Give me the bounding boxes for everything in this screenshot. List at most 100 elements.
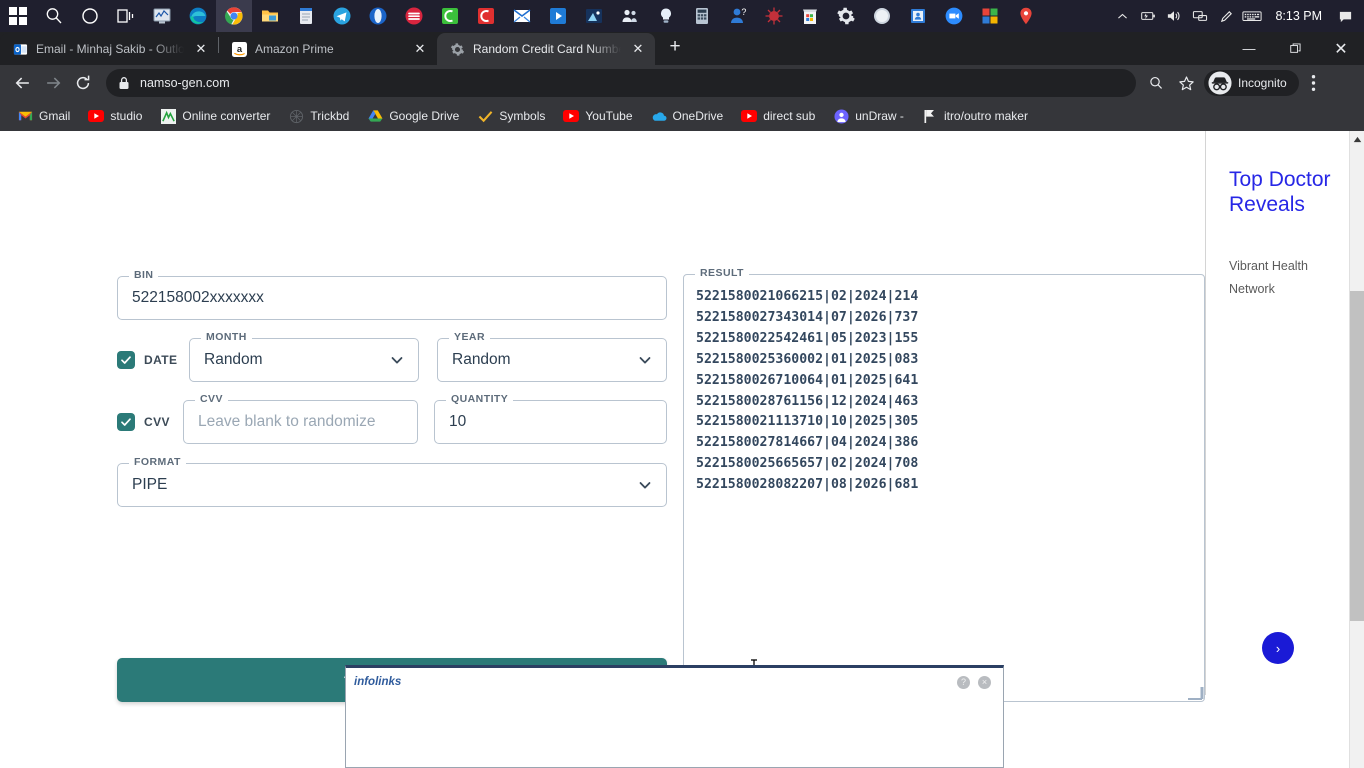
- new-tab-button[interactable]: +: [661, 34, 689, 62]
- taskbar-app-file-explorer[interactable]: [252, 0, 288, 32]
- date-checkbox-wrapper[interactable]: DATE: [117, 351, 189, 369]
- bottom-infolinks-ad[interactable]: infolinks ? ×: [345, 665, 1004, 768]
- taskbar-app-photos[interactable]: [576, 0, 612, 32]
- back-button[interactable]: [8, 68, 38, 98]
- taskbar-app-opera[interactable]: [360, 0, 396, 32]
- taskbar-app-office[interactable]: [972, 0, 1008, 32]
- month-select[interactable]: MONTH Random: [189, 331, 419, 382]
- forward-button[interactable]: [38, 68, 68, 98]
- taskbar-app-vpn[interactable]: [396, 0, 432, 32]
- bookmark-online-converter[interactable]: Online converter: [153, 105, 277, 127]
- date-row: DATE MONTH Random YEAR Random: [117, 331, 667, 382]
- battery-status[interactable]: [1135, 0, 1161, 32]
- address-bar[interactable]: namso-gen.com: [106, 69, 1136, 97]
- taskbar-app-recorder[interactable]: [468, 0, 504, 32]
- check-icon: [121, 418, 131, 426]
- circle-icon: [82, 8, 98, 24]
- cvv-input[interactable]: CVV Leave blank to randomize: [183, 393, 418, 444]
- maximize-button[interactable]: [1272, 32, 1318, 65]
- bookmark-undraw[interactable]: unDraw -: [826, 105, 911, 127]
- bottom-ad-help-button[interactable]: ?: [957, 676, 970, 689]
- close-window-button[interactable]: ✕: [1318, 32, 1364, 65]
- taskbar-app-idea[interactable]: [648, 0, 684, 32]
- quantity-input[interactable]: QUANTITY 10: [433, 393, 667, 444]
- bookmark-itro-outro-maker[interactable]: itro/outro maker: [915, 105, 1035, 127]
- browser-tab-1[interactable]: a Amazon Prime ✕: [219, 33, 437, 65]
- task-view-button[interactable]: [108, 0, 144, 32]
- incognito-icon: [1208, 71, 1232, 95]
- tab-close-button[interactable]: ✕: [192, 40, 210, 58]
- bottom-ad-close-button[interactable]: ×: [978, 676, 991, 689]
- calculator-icon: [696, 8, 708, 24]
- reload-button[interactable]: [68, 68, 98, 98]
- bookmark-symbols[interactable]: Symbols: [470, 105, 552, 127]
- bookmark-direct-sub[interactable]: direct sub: [734, 105, 822, 127]
- result-textarea[interactable]: RESULT 5221580021066215|02|2024|214 5221…: [683, 267, 1205, 702]
- gear-icon: [837, 7, 855, 25]
- network-button[interactable]: [1187, 0, 1213, 32]
- taskbar-app-mail[interactable]: [504, 0, 540, 32]
- infolinks-brand[interactable]: infolinks: [354, 676, 401, 688]
- taskbar-app-clock[interactable]: [864, 0, 900, 32]
- pen-button[interactable]: [1213, 0, 1239, 32]
- taskbar-app-teams[interactable]: [612, 0, 648, 32]
- show-hidden-icons-button[interactable]: [1109, 0, 1135, 32]
- bin-field[interactable]: BIN 522158002xxxxxxx: [117, 269, 667, 320]
- cvv-checkbox-wrapper[interactable]: CVV: [117, 413, 183, 431]
- date-checkbox[interactable]: [117, 351, 135, 369]
- taskbar-app-help[interactable]: ?: [720, 0, 756, 32]
- minimize-button[interactable]: —: [1226, 32, 1272, 65]
- task-view-icon: [117, 9, 134, 23]
- check-icon: [477, 108, 493, 124]
- bookmark-gmail[interactable]: Gmail: [10, 105, 77, 127]
- svg-text:?: ?: [741, 7, 746, 17]
- volume-button[interactable]: [1161, 0, 1187, 32]
- taskbar-app-zoom[interactable]: [936, 0, 972, 32]
- taskbar-app-notepad[interactable]: [288, 0, 324, 32]
- taskbar-app-maps[interactable]: [1008, 0, 1044, 32]
- tab-close-button[interactable]: ✕: [629, 40, 647, 58]
- restore-icon: [1289, 43, 1301, 53]
- taskbar-app-settings[interactable]: [828, 0, 864, 32]
- taskbar-app-contacts[interactable]: [900, 0, 936, 32]
- taskbar-clock[interactable]: 8:13 PM: [1265, 9, 1332, 23]
- taskbar-app-task-manager[interactable]: [144, 0, 180, 32]
- start-button[interactable]: [0, 0, 36, 32]
- keyboard-button[interactable]: [1239, 0, 1265, 32]
- incognito-indicator[interactable]: Incognito: [1204, 70, 1299, 96]
- bin-value: 522158002xxxxxxx: [132, 289, 264, 306]
- tab-close-button[interactable]: ✕: [411, 40, 429, 58]
- notification-center-button[interactable]: [1332, 0, 1358, 32]
- taskbar-search-button[interactable]: [36, 0, 72, 32]
- taskbar-app-chrome[interactable]: [216, 0, 252, 32]
- browser-menu-button[interactable]: [1301, 69, 1327, 97]
- cortana-button[interactable]: [72, 0, 108, 32]
- browser-tab-2-active[interactable]: Random Credit Card Numbers Ge ✕: [437, 33, 655, 65]
- bookmark-studio[interactable]: studio: [81, 105, 149, 127]
- taskbar-app-calculator[interactable]: [684, 0, 720, 32]
- taskbar-app-video-player[interactable]: [540, 0, 576, 32]
- year-select[interactable]: YEAR Random: [437, 331, 667, 382]
- sidebar-ad[interactable]: Top Doctor Reveals Vibrant Health Networ…: [1205, 131, 1349, 695]
- taskbar-app-camtasia[interactable]: [432, 0, 468, 32]
- bookmark-onedrive[interactable]: OneDrive: [644, 105, 731, 127]
- bookmark-label: YouTube: [585, 109, 633, 123]
- bookmark-youtube[interactable]: YouTube: [556, 105, 639, 127]
- page-scrollbar[interactable]: [1349, 131, 1364, 768]
- bookmark-star-icon[interactable]: [1172, 69, 1200, 97]
- scrollbar-thumb[interactable]: [1350, 291, 1364, 621]
- ad-next-button[interactable]: ›: [1262, 632, 1294, 664]
- scroll-up-button[interactable]: [1350, 131, 1364, 147]
- cvv-checkbox[interactable]: [117, 413, 135, 431]
- bookmark-google-drive[interactable]: Google Drive: [360, 105, 466, 127]
- bookmark-trickbd[interactable]: Trickbd: [281, 105, 356, 127]
- resize-handle[interactable]: [1188, 685, 1204, 701]
- taskbar-app-antivirus[interactable]: [756, 0, 792, 32]
- search-icon[interactable]: [1142, 69, 1170, 97]
- format-select[interactable]: FORMAT PIPE: [117, 456, 667, 507]
- taskbar-app-store[interactable]: [792, 0, 828, 32]
- ad-headline[interactable]: Top Doctor Reveals: [1229, 167, 1339, 217]
- taskbar-app-edge[interactable]: [180, 0, 216, 32]
- browser-tab-0[interactable]: Email - Minhaj Sakib - Outlook ✕: [0, 33, 218, 65]
- taskbar-app-telegram[interactable]: [324, 0, 360, 32]
